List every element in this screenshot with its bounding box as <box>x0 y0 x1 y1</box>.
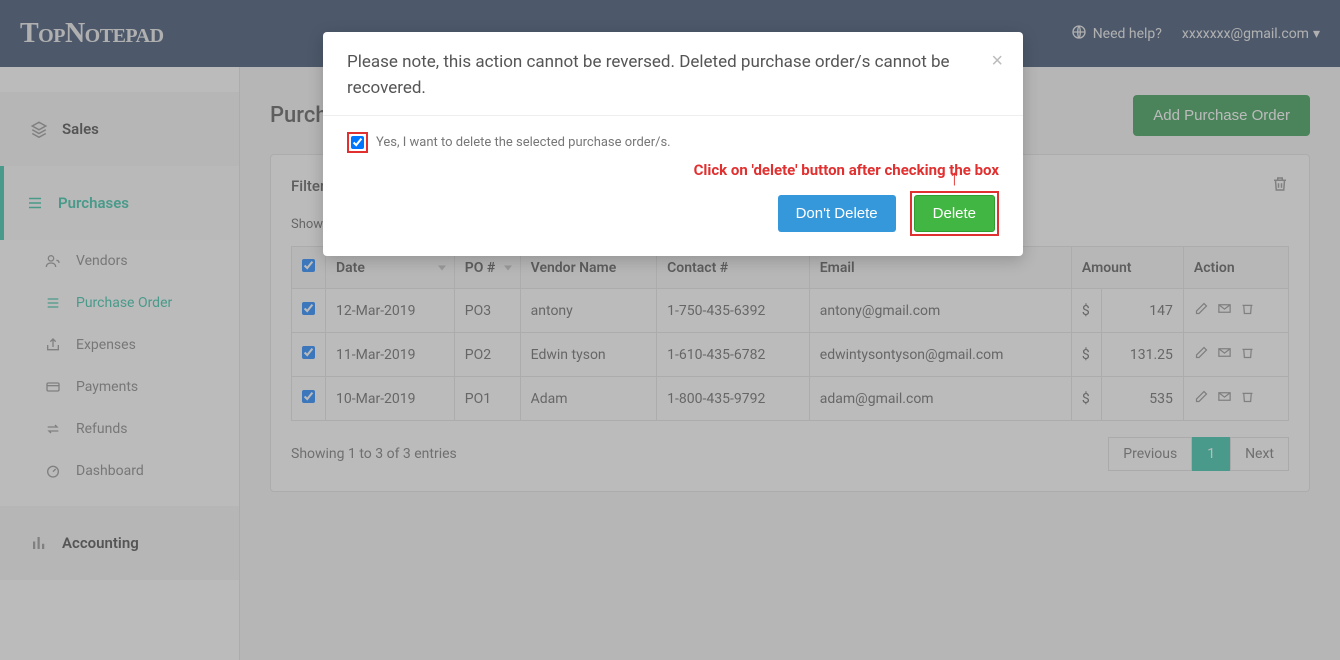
annotation-arrow-icon: ↑ <box>949 165 960 191</box>
delete-confirm-modal: Please note, this action cannot be rever… <box>323 32 1023 256</box>
annotation-text: Click on 'delete' button after checking … <box>323 161 1023 183</box>
dont-delete-button[interactable]: Don't Delete <box>778 195 896 232</box>
close-icon[interactable]: × <box>991 50 1003 73</box>
confirm-delete-label: Yes, I want to delete the selected purch… <box>376 135 671 150</box>
modal-title: Please note, this action cannot be rever… <box>347 52 950 98</box>
confirm-delete-checkbox[interactable] <box>351 136 364 149</box>
delete-button[interactable]: Delete <box>914 195 995 232</box>
